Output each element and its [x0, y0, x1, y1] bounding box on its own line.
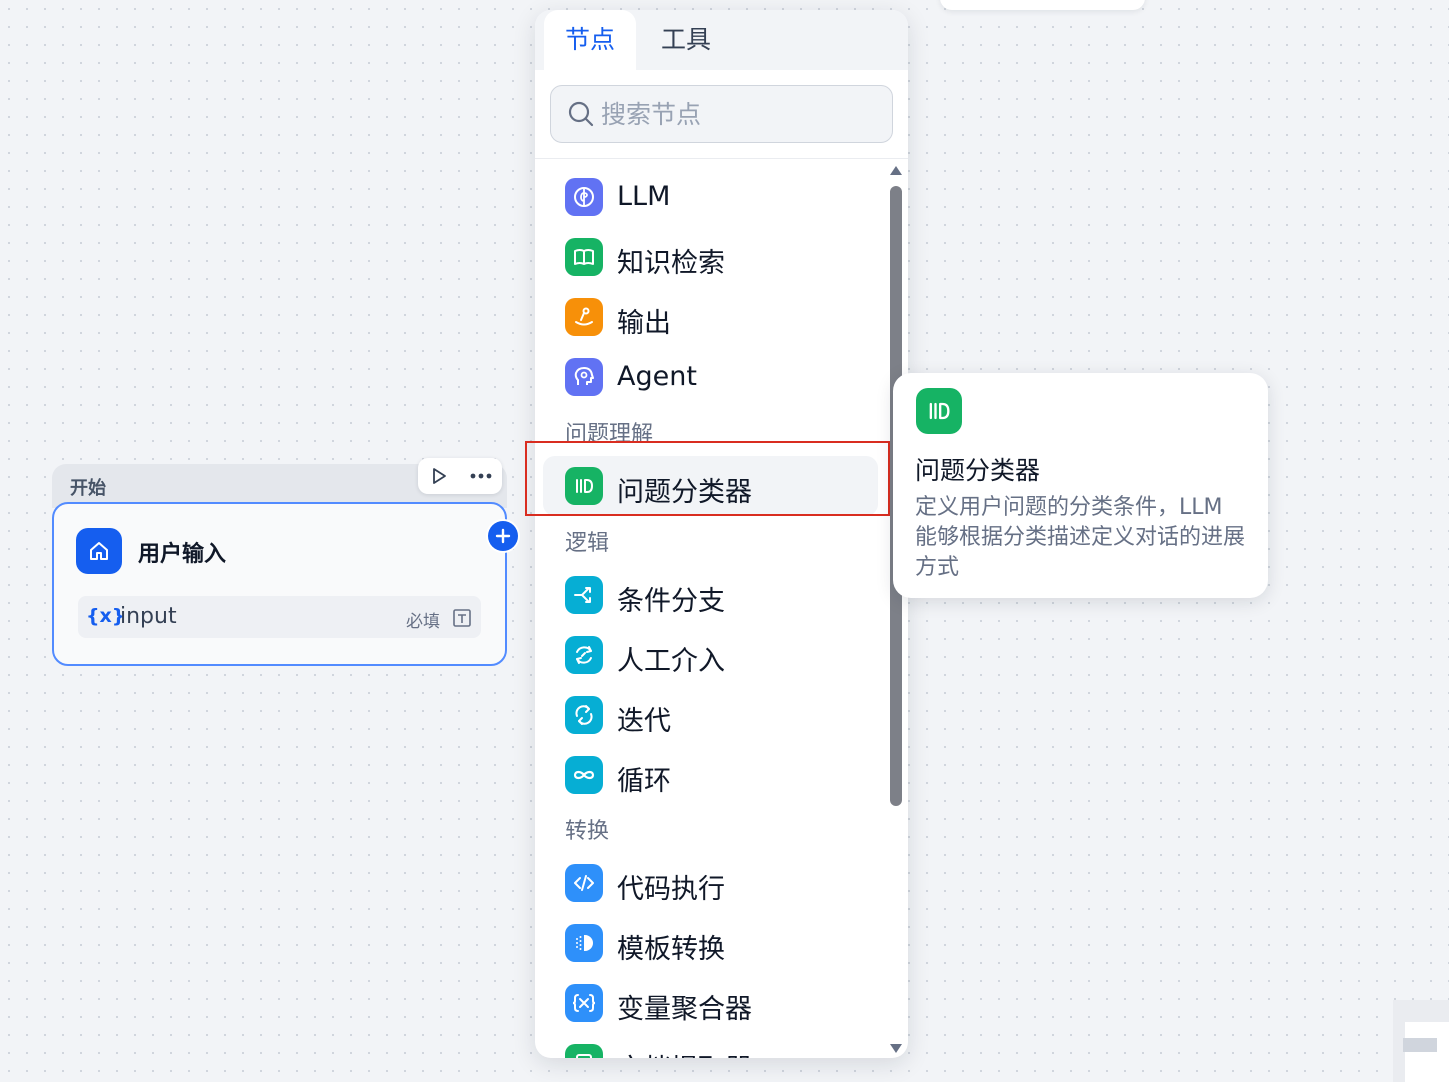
node-list: LLM 知识检索 输出 Agent 问题理解 问题分类器 逻辑 条件分支 人工介… [535, 159, 908, 1058]
book-icon [565, 238, 603, 276]
output-icon [565, 298, 603, 336]
node-actions-toolbar [418, 458, 502, 494]
agent-icon [565, 358, 603, 396]
required-label: 必填 [406, 612, 440, 632]
start-node[interactable]: 开始 用户输入 {x} input 必填 [52, 458, 518, 666]
node-item-agent[interactable]: Agent [543, 347, 878, 407]
scroll-down-arrow[interactable] [890, 1044, 902, 1053]
node-item-code[interactable]: 代码执行 [543, 853, 878, 913]
minimap-node [1403, 1038, 1437, 1052]
minimap-viewport [1405, 1022, 1449, 1082]
node-tooltip: 问题分类器 定义用户问题的分类条件，LLM 能够根据分类描述定义对话的进展方式 [893, 373, 1268, 598]
document-icon [565, 1044, 603, 1058]
start-node-header-label: 开始 [70, 478, 106, 499]
node-item-label: 模板转换 [617, 934, 725, 965]
node-item-label: 知识检索 [617, 248, 725, 279]
more-icon [470, 473, 492, 479]
node-item-iteration[interactable]: 迭代 [543, 685, 878, 745]
tab-tools[interactable]: 工具 [648, 10, 724, 70]
start-node-title: 用户输入 [138, 542, 227, 567]
home-icon [76, 528, 122, 574]
play-icon [433, 468, 446, 484]
branch-icon [565, 576, 603, 614]
top-node-stub [940, 0, 1145, 10]
search-input[interactable] [599, 92, 883, 136]
node-item-variable-aggregator[interactable]: 变量聚合器 [543, 973, 878, 1033]
variable-row[interactable]: {x} input 必填 [78, 596, 481, 638]
text-input-type-icon [453, 609, 471, 627]
tooltip-description: 定义用户问题的分类条件，LLM 能够根据分类描述定义对话的进展方式 [915, 495, 1246, 580]
node-item-if-else[interactable]: 条件分支 [543, 565, 878, 625]
minimap[interactable] [1393, 1000, 1449, 1082]
scroll-up-arrow[interactable] [890, 166, 902, 175]
template-icon [565, 924, 603, 962]
block-selector-panel: 节点 工具 LLM 知识检索 输出 A [535, 10, 908, 1058]
node-item-label: 条件分支 [617, 586, 725, 617]
group-label-transform: 转换 [565, 819, 610, 844]
panel-tabs: 节点 工具 [535, 10, 908, 70]
node-item-label: 代码执行 [617, 874, 725, 905]
node-item-label: 文档提取器 [617, 1047, 752, 1058]
node-item-label: 问题分类器 [617, 477, 752, 508]
node-item-template-transform[interactable]: 模板转换 [543, 913, 878, 973]
variable-aggregator-icon [565, 984, 603, 1022]
node-item-label: 迭代 [617, 706, 671, 737]
group-label-logic: 逻辑 [565, 531, 610, 556]
start-node-card[interactable]: 用户输入 {x} input 必填 [52, 502, 507, 666]
more-options-button[interactable] [466, 461, 496, 491]
tab-nodes[interactable]: 节点 [544, 10, 636, 70]
node-item-label: 循环 [617, 766, 671, 797]
search-icon [568, 101, 594, 127]
node-item-label: 输出 [617, 308, 671, 339]
node-item-label: Agent [617, 361, 697, 392]
run-node-button[interactable] [424, 461, 454, 491]
llm-icon [565, 178, 603, 216]
search-box [550, 85, 893, 143]
code-icon [565, 864, 603, 902]
node-item-human-input[interactable]: 人工介入 [543, 625, 878, 685]
add-next-node-button[interactable] [488, 521, 518, 551]
node-item-llm[interactable]: LLM [543, 167, 878, 227]
plus-icon [495, 528, 511, 544]
tooltip-title: 问题分类器 [915, 456, 1041, 485]
node-item-loop[interactable]: 循环 [543, 745, 878, 805]
group-label-question-understanding: 问题理解 [565, 422, 654, 447]
classifier-icon [565, 467, 603, 505]
node-item-output[interactable]: 输出 [543, 287, 878, 347]
node-item-knowledge-retrieval[interactable]: 知识检索 [543, 227, 878, 287]
node-item-label: 人工介入 [617, 646, 725, 677]
classifier-icon [916, 388, 962, 434]
human-input-icon [565, 636, 603, 674]
iteration-icon [565, 696, 603, 734]
variable-name: input [120, 604, 177, 629]
node-item-label: 变量聚合器 [617, 994, 752, 1025]
infinity-icon [565, 756, 603, 794]
node-item-question-classifier[interactable]: 问题分类器 [543, 456, 878, 516]
node-item-document-extractor[interactable]: 文档提取器 [543, 1033, 878, 1058]
node-item-label: LLM [617, 181, 671, 212]
